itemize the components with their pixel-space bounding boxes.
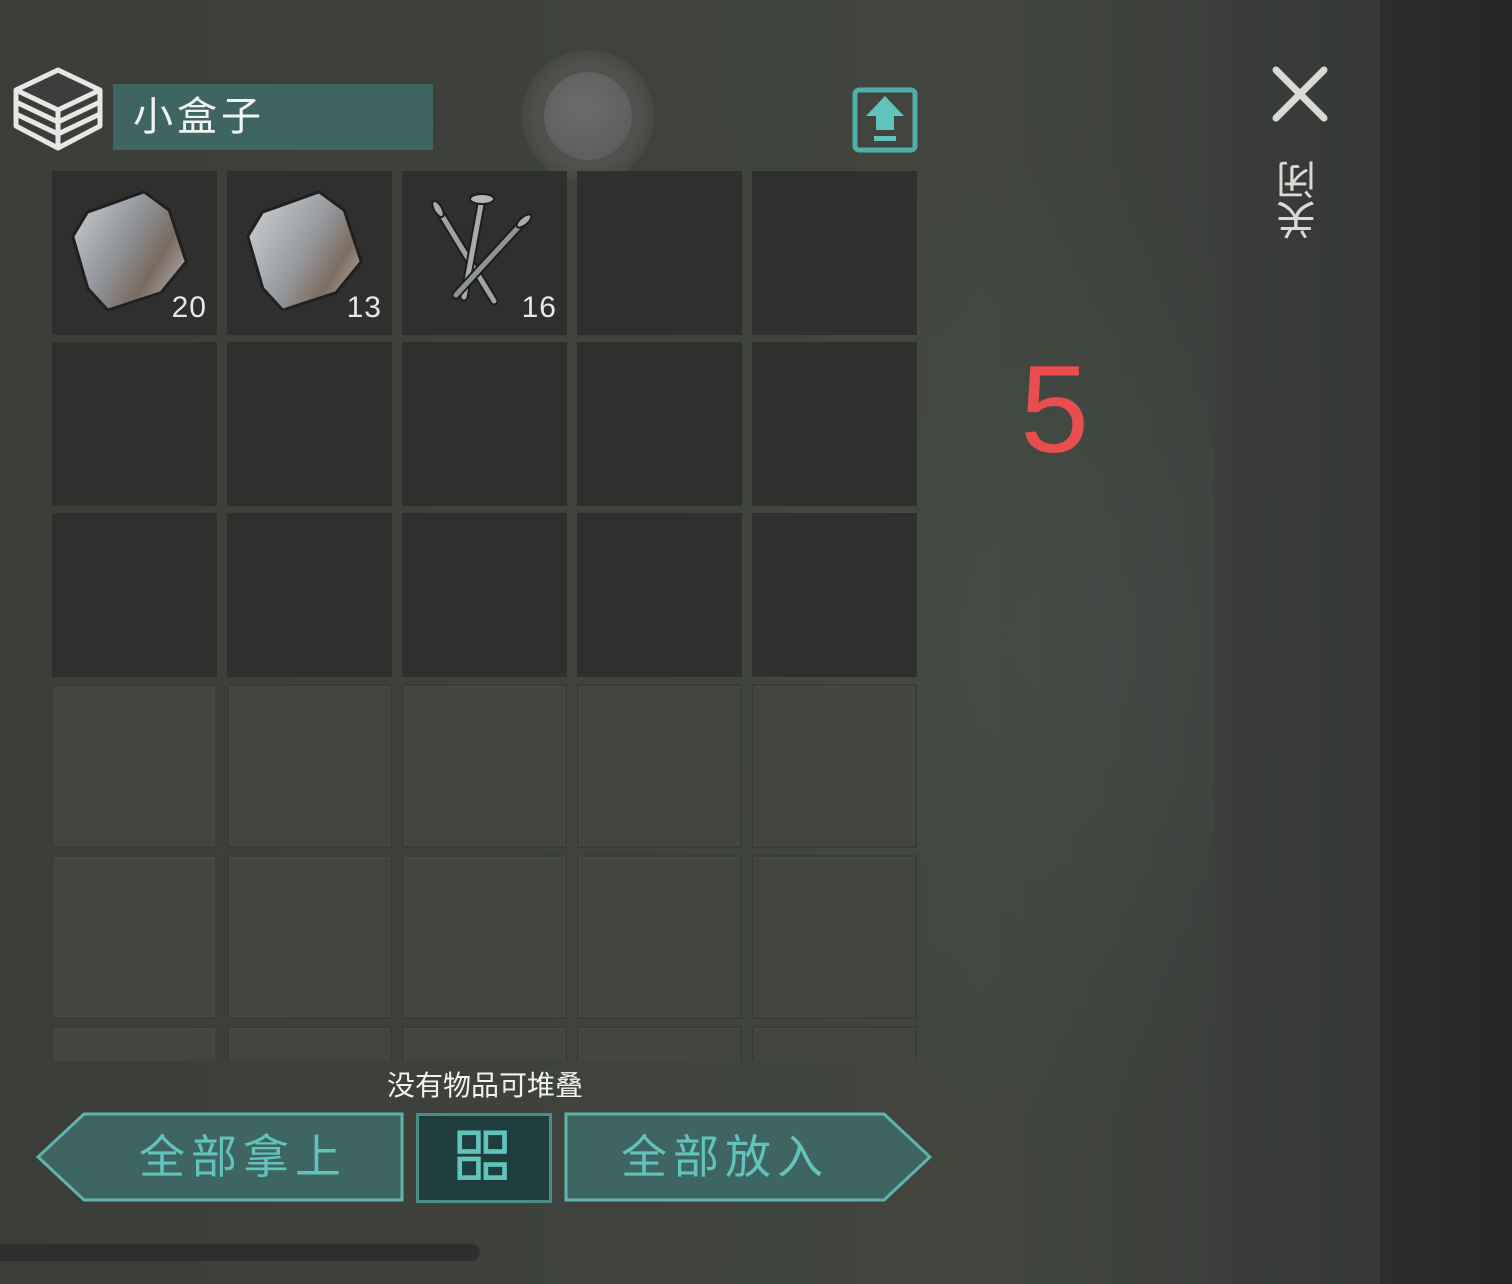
locked-slot xyxy=(752,684,917,848)
inventory-slot[interactable]: 13 xyxy=(227,171,392,335)
inventory-grid: 20 13 16 xyxy=(52,171,917,1061)
take-all-label: 全部拿上 xyxy=(139,1130,347,1184)
locked-slot xyxy=(402,1026,567,1061)
locked-slot xyxy=(52,855,217,1019)
locked-slot xyxy=(577,855,742,1019)
joystick-knob[interactable] xyxy=(544,72,632,160)
inventory-slot[interactable] xyxy=(227,513,392,677)
inventory-slot[interactable] xyxy=(577,513,742,677)
close-icon[interactable] xyxy=(1268,62,1332,126)
locked-slot xyxy=(227,855,392,1019)
locked-slot xyxy=(52,1026,217,1061)
locked-slot xyxy=(227,1026,392,1061)
inventory-slot[interactable] xyxy=(752,342,917,506)
scroll-bar[interactable] xyxy=(0,1243,480,1261)
item-count: 16 xyxy=(521,291,557,324)
inventory-slot[interactable] xyxy=(227,342,392,506)
locked-slot xyxy=(752,1026,917,1061)
status-message: 没有物品可堆叠 xyxy=(386,1069,583,1102)
locked-slot xyxy=(402,684,567,848)
inventory-slot[interactable] xyxy=(752,171,917,335)
inventory-slot[interactable] xyxy=(52,342,217,506)
item-count: 20 xyxy=(171,291,207,324)
overlay-number: 5 xyxy=(1020,341,1089,479)
inventory-slot[interactable] xyxy=(577,342,742,506)
inventory-slot[interactable] xyxy=(52,513,217,677)
sort-grid-icon xyxy=(457,1130,507,1180)
inventory-slot[interactable]: 20 xyxy=(52,171,217,335)
locked-slot xyxy=(52,684,217,848)
locked-slot xyxy=(577,1026,742,1061)
locked-slot xyxy=(227,684,392,848)
inventory-slot[interactable]: 16 xyxy=(402,171,567,335)
close-label[interactable]: 关闭 xyxy=(1277,160,1323,240)
put-all-button[interactable]: 全部放入 xyxy=(564,1112,932,1202)
locked-slot xyxy=(402,855,567,1019)
put-all-label: 全部放入 xyxy=(621,1130,829,1184)
box-icon xyxy=(10,64,106,154)
locked-slot xyxy=(752,855,917,1019)
inventory-slot[interactable] xyxy=(752,513,917,677)
sort-button[interactable] xyxy=(416,1113,552,1203)
inventory-slot[interactable] xyxy=(402,342,567,506)
take-all-button[interactable]: 全部拿上 xyxy=(36,1112,404,1202)
inventory-slot[interactable] xyxy=(577,171,742,335)
locked-slot xyxy=(577,684,742,848)
inventory-slot[interactable] xyxy=(402,513,567,677)
upload-icon[interactable] xyxy=(852,86,918,154)
container-title: 小盒子 xyxy=(113,84,433,150)
item-count: 13 xyxy=(346,291,382,324)
screen-edge xyxy=(1380,0,1512,1284)
